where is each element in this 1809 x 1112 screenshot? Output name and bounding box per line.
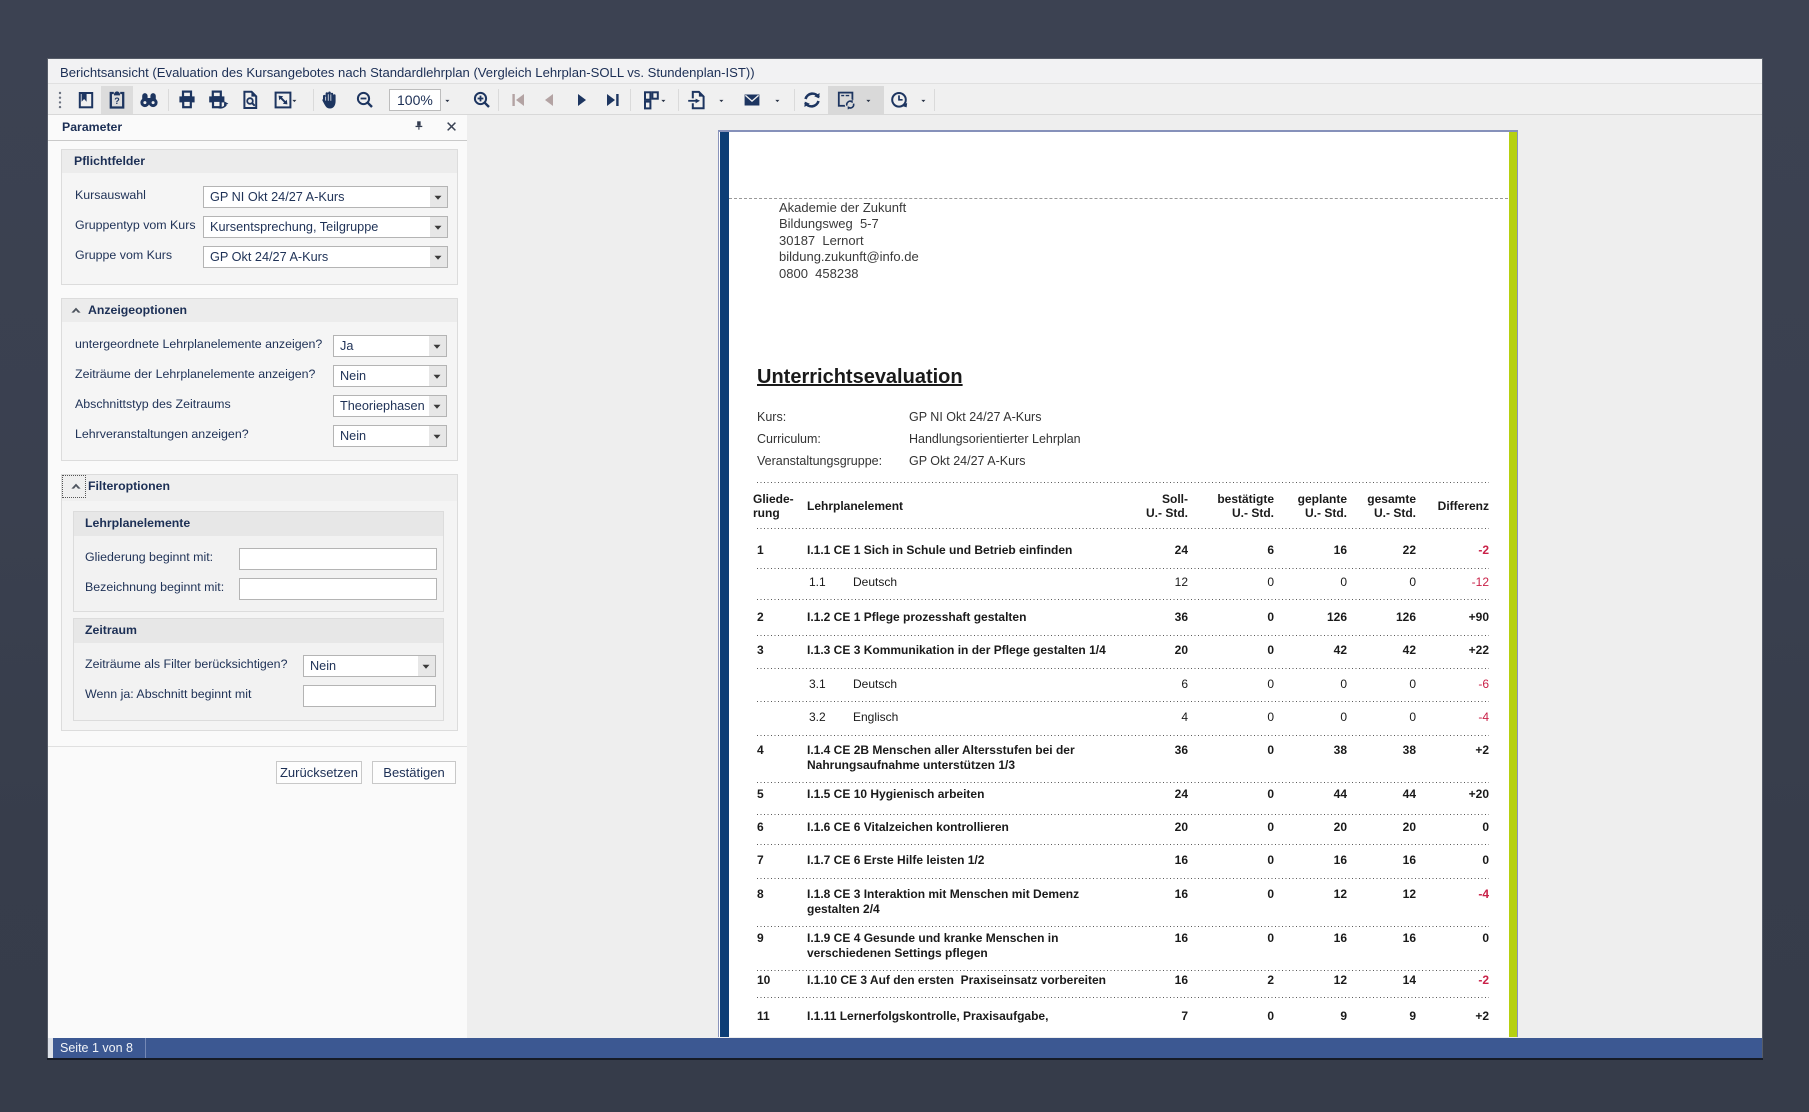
svg-text:?: ?: [114, 96, 120, 106]
